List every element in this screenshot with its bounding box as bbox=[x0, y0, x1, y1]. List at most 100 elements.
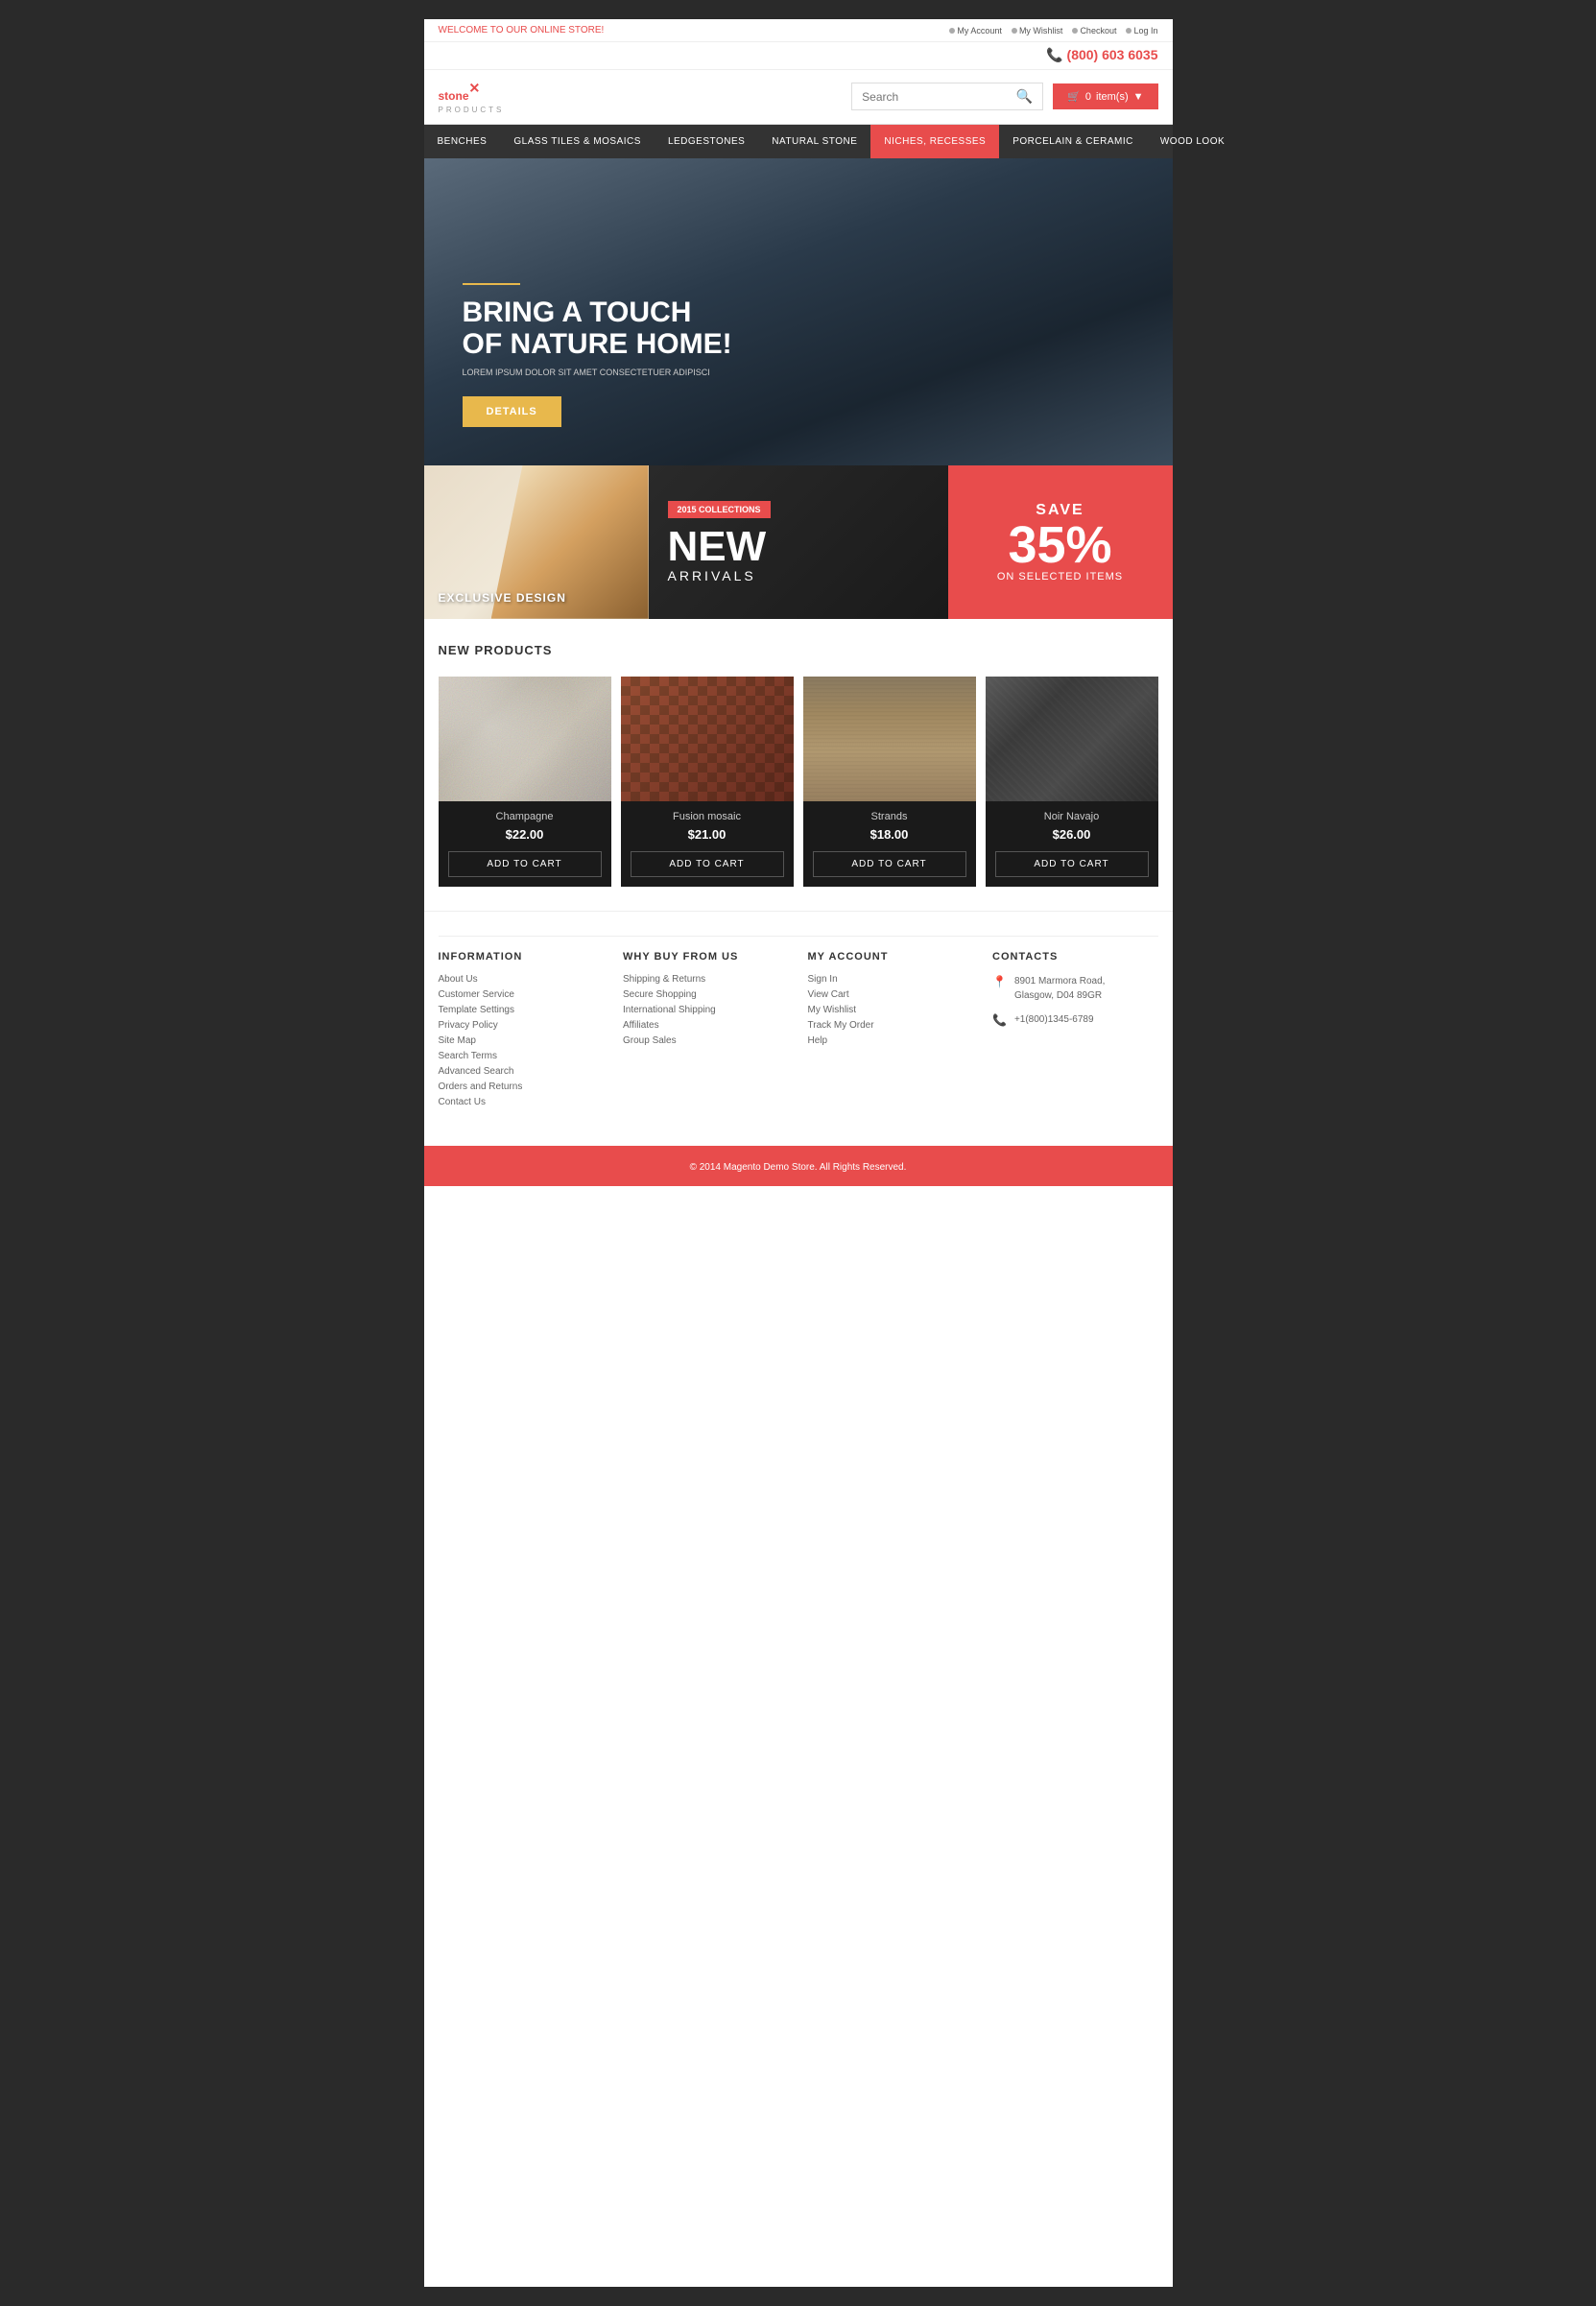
checkout-link[interactable]: Checkout bbox=[1072, 26, 1116, 36]
login-link[interactable]: Log In bbox=[1126, 26, 1157, 36]
footer-divider bbox=[439, 936, 1158, 937]
nav-item-wood[interactable]: WOOD LOOK bbox=[1147, 125, 1238, 158]
nav-item-natural[interactable]: NATURAL STONE bbox=[758, 125, 870, 158]
add-to-cart-mosaic[interactable]: ADD TO CART bbox=[631, 851, 784, 877]
logo-mark: ✕ bbox=[469, 80, 481, 95]
footer-link-affiliates[interactable]: Affiliates bbox=[623, 1020, 789, 1031]
hero-title: BRING A TOUCH OF NATURE HOME! bbox=[463, 297, 732, 360]
footer-link-group[interactable]: Group Sales bbox=[623, 1035, 789, 1046]
search-cart-area: 🔍 🛒 0 item(s) ▼ bbox=[851, 83, 1157, 110]
product-name-noir: Noir Navajo bbox=[995, 811, 1149, 822]
header: stone✕ PRODUCTS 🔍 🛒 0 item(s) ▼ bbox=[424, 70, 1173, 125]
product-info-champagne: Champagne $22.00 ADD TO CART bbox=[439, 801, 611, 887]
footer-link-wishlist[interactable]: My Wishlist bbox=[808, 1005, 974, 1015]
footer-link-about[interactable]: About Us bbox=[439, 974, 605, 985]
dot-icon bbox=[1072, 28, 1078, 34]
nav-item-glass[interactable]: GLASS TILES & MOSAICS bbox=[500, 125, 655, 158]
product-img-champagne bbox=[439, 677, 611, 801]
search-icon[interactable]: 🔍 bbox=[1016, 88, 1033, 105]
footer-link-customer[interactable]: Customer Service bbox=[439, 989, 605, 1000]
nav-item-ledgestones[interactable]: LEDGESTONES bbox=[655, 125, 758, 158]
products-title: NEW PRODUCTS bbox=[439, 643, 1158, 657]
product-image-strands bbox=[803, 677, 976, 801]
footer-link-track[interactable]: Track My Order bbox=[808, 1020, 974, 1031]
cart-icon: 🛒 bbox=[1067, 90, 1081, 103]
product-card-mosaic: Fusion mosaic $21.00 ADD TO CART bbox=[621, 677, 794, 887]
welcome-text: WELCOME TO OUR ONLINE STORE! bbox=[439, 25, 605, 36]
hero-subtitle: LOREM IPSUM DOLOR SIT AMET CONSECTETUER … bbox=[463, 368, 732, 377]
location-icon: 📍 bbox=[992, 975, 1007, 988]
footer-heading-contacts: CONTACTS bbox=[992, 951, 1158, 963]
my-wishlist-link[interactable]: My Wishlist bbox=[1012, 26, 1063, 36]
footer-link-shipping[interactable]: Shipping & Returns bbox=[623, 974, 789, 985]
logo[interactable]: stone✕ PRODUCTS bbox=[439, 80, 505, 114]
footer-link-secure[interactable]: Secure Shopping bbox=[623, 989, 789, 1000]
nav-item-benches[interactable]: BENCHES bbox=[424, 125, 501, 158]
footer-col-account: MY ACCOUNT Sign In View Cart My Wishlist… bbox=[808, 951, 974, 1112]
product-img-strands bbox=[803, 677, 976, 801]
phone-footer-icon: 📞 bbox=[992, 1013, 1007, 1027]
add-to-cart-champagne[interactable]: ADD TO CART bbox=[448, 851, 602, 877]
promo-exclusive: EXCLUSIVE DESIGN bbox=[424, 465, 649, 619]
product-img-mosaic bbox=[621, 677, 794, 801]
footer: INFORMATION About Us Customer Service Te… bbox=[424, 911, 1173, 1146]
footer-phone: +1(800)1345-6789 bbox=[1014, 1012, 1094, 1027]
top-bar: WELCOME TO OUR ONLINE STORE! My Account … bbox=[424, 19, 1173, 42]
footer-link-advanced-search[interactable]: Advanced Search bbox=[439, 1066, 605, 1077]
phone-icon: 📞 bbox=[1046, 47, 1066, 62]
phone-bar: 📞 (800) 603 6035 bbox=[424, 42, 1173, 70]
my-account-link[interactable]: My Account bbox=[949, 26, 1002, 36]
footer-heading-account: MY ACCOUNT bbox=[808, 951, 974, 963]
footer-link-signin[interactable]: Sign In bbox=[808, 974, 974, 985]
add-to-cart-noir[interactable]: ADD TO CART bbox=[995, 851, 1149, 877]
footer-col-information: INFORMATION About Us Customer Service Te… bbox=[439, 951, 605, 1112]
footer-link-orders[interactable]: Orders and Returns bbox=[439, 1082, 605, 1092]
dot-icon bbox=[1012, 28, 1017, 34]
add-to-cart-strands[interactable]: ADD TO CART bbox=[813, 851, 966, 877]
product-price-strands: $18.00 bbox=[813, 827, 966, 842]
footer-link-contact[interactable]: Contact Us bbox=[439, 1097, 605, 1107]
product-image-noir bbox=[986, 677, 1158, 801]
product-image-champagne bbox=[439, 677, 611, 801]
product-price-mosaic: $21.00 bbox=[631, 827, 784, 842]
footer-link-help[interactable]: Help bbox=[808, 1035, 974, 1046]
phone-number: 📞 (800) 603 6035 bbox=[1046, 47, 1157, 62]
footer-phone-item: 📞 +1(800)1345-6789 bbox=[992, 1012, 1158, 1027]
promo-new-arrivals: 2015 COLLECTIONS NEW ARRIVALS bbox=[649, 465, 948, 619]
search-input[interactable] bbox=[862, 90, 1016, 104]
dot-icon bbox=[949, 28, 955, 34]
product-price-noir: $26.00 bbox=[995, 827, 1149, 842]
nav-item-niches[interactable]: NICHES, RECESSES bbox=[870, 125, 999, 158]
footer-heading-why: WHY BUY FROM US bbox=[623, 951, 789, 963]
search-box: 🔍 bbox=[851, 83, 1043, 110]
footer-address-item: 📍 8901 Marmora Road,Glasgow, D04 89GR bbox=[992, 974, 1158, 1003]
cart-button[interactable]: 🛒 0 item(s) ▼ bbox=[1053, 83, 1157, 109]
product-name-champagne: Champagne bbox=[448, 811, 602, 822]
footer-link-viewcart[interactable]: View Cart bbox=[808, 989, 974, 1000]
hero-line bbox=[463, 283, 520, 285]
cart-count: 0 bbox=[1085, 91, 1091, 103]
logo-text: stone✕ bbox=[439, 83, 481, 105]
product-name-mosaic: Fusion mosaic bbox=[631, 811, 784, 822]
promo-section: EXCLUSIVE DESIGN 2015 COLLECTIONS NEW AR… bbox=[424, 465, 1173, 619]
top-links: My Account My Wishlist Checkout Log In bbox=[949, 26, 1157, 36]
copyright-text: © 2014 Magento Demo Store. All Rights Re… bbox=[690, 1162, 907, 1173]
promo-new-title: NEW bbox=[668, 526, 767, 568]
footer-col-why: WHY BUY FROM US Shipping & Returns Secur… bbox=[623, 951, 789, 1112]
footer-link-sitemap[interactable]: Site Map bbox=[439, 1035, 605, 1046]
footer-link-search-terms[interactable]: Search Terms bbox=[439, 1051, 605, 1061]
footer-link-privacy[interactable]: Privacy Policy bbox=[439, 1020, 605, 1031]
nav-item-porcelain[interactable]: PORCELAIN & CERAMIC bbox=[999, 125, 1147, 158]
product-info-strands: Strands $18.00 ADD TO CART bbox=[803, 801, 976, 887]
footer-address: 8901 Marmora Road,Glasgow, D04 89GR bbox=[1014, 974, 1106, 1003]
promo-selected-items: ON SELECTED ITEMS bbox=[997, 571, 1123, 582]
footer-link-template[interactable]: Template Settings bbox=[439, 1005, 605, 1015]
footer-link-international[interactable]: International Shipping bbox=[623, 1005, 789, 1015]
products-section: NEW PRODUCTS Champagne $22.00 ADD TO CAR… bbox=[424, 619, 1173, 911]
hero-details-button[interactable]: DETAILS bbox=[463, 396, 561, 427]
cart-label: item(s) bbox=[1096, 91, 1129, 103]
hero-content: BRING A TOUCH OF NATURE HOME! LOREM IPSU… bbox=[463, 283, 732, 427]
product-name-strands: Strands bbox=[813, 811, 966, 822]
footer-col-contacts: CONTACTS 📍 8901 Marmora Road,Glasgow, D0… bbox=[992, 951, 1158, 1112]
product-info-mosaic: Fusion mosaic $21.00 ADD TO CART bbox=[621, 801, 794, 887]
